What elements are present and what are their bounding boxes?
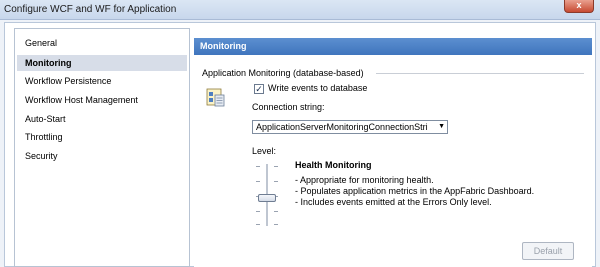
nav-item-security[interactable]: Security: [17, 148, 187, 164]
nav-item-general[interactable]: General: [17, 35, 187, 51]
check-icon: ✓: [255, 84, 263, 94]
slider-tick: [274, 224, 278, 225]
write-events-label: Write events to database: [268, 83, 368, 93]
group-divider: [376, 73, 584, 74]
connection-string-select[interactable]: ApplicationServerMonitoringConnectionStr…: [252, 120, 448, 134]
level-description-line: - Appropriate for monitoring health.: [295, 175, 434, 185]
nav-list: General Monitoring Workflow Persistence …: [14, 28, 190, 267]
connection-string-label: Connection string:: [252, 102, 325, 112]
nav-item-throttling[interactable]: Throttling: [17, 129, 187, 145]
nav-item-workflow-persistence[interactable]: Workflow Persistence: [17, 73, 187, 89]
slider-tick: [274, 181, 278, 182]
level-description-line: - Populates application metrics in the A…: [295, 186, 535, 196]
app-window: Configure WCF and WF for Application x G…: [0, 0, 600, 267]
title-bar: Configure WCF and WF for Application x: [0, 0, 600, 20]
slider-tick: [274, 166, 278, 167]
level-description-line: - Includes events emitted at the Errors …: [295, 197, 492, 207]
slider-tick: [274, 211, 278, 212]
window-title: Configure WCF and WF for Application: [4, 4, 177, 15]
level-slider-thumb[interactable]: [258, 193, 276, 202]
level-description: - Appropriate for monitoring health. - P…: [295, 175, 534, 208]
slider-tick: [256, 181, 260, 182]
nav-item-monitoring[interactable]: Monitoring: [17, 55, 187, 71]
connection-string-value: ApplicationServerMonitoringConnectionStr…: [256, 122, 428, 132]
nav-item-workflow-host-management[interactable]: Workflow Host Management: [17, 92, 187, 108]
write-events-checkbox[interactable]: ✓: [254, 84, 264, 94]
chevron-down-icon: ▼: [438, 123, 445, 130]
slider-tick: [256, 166, 260, 167]
nav-item-auto-start[interactable]: Auto-Start: [17, 111, 187, 127]
default-button[interactable]: Default: [522, 242, 574, 260]
database-icon: [206, 88, 225, 107]
level-label: Level:: [252, 146, 277, 156]
close-button[interactable]: x: [564, 0, 594, 13]
panel-header: Monitoring: [194, 38, 592, 55]
monitoring-panel: Monitoring Application Monitoring (datab…: [194, 38, 592, 267]
group-label: Application Monitoring (database-based): [202, 68, 364, 78]
slider-tick: [256, 224, 260, 225]
level-title: Health Monitoring: [295, 160, 372, 170]
slider-tick: [256, 211, 260, 212]
